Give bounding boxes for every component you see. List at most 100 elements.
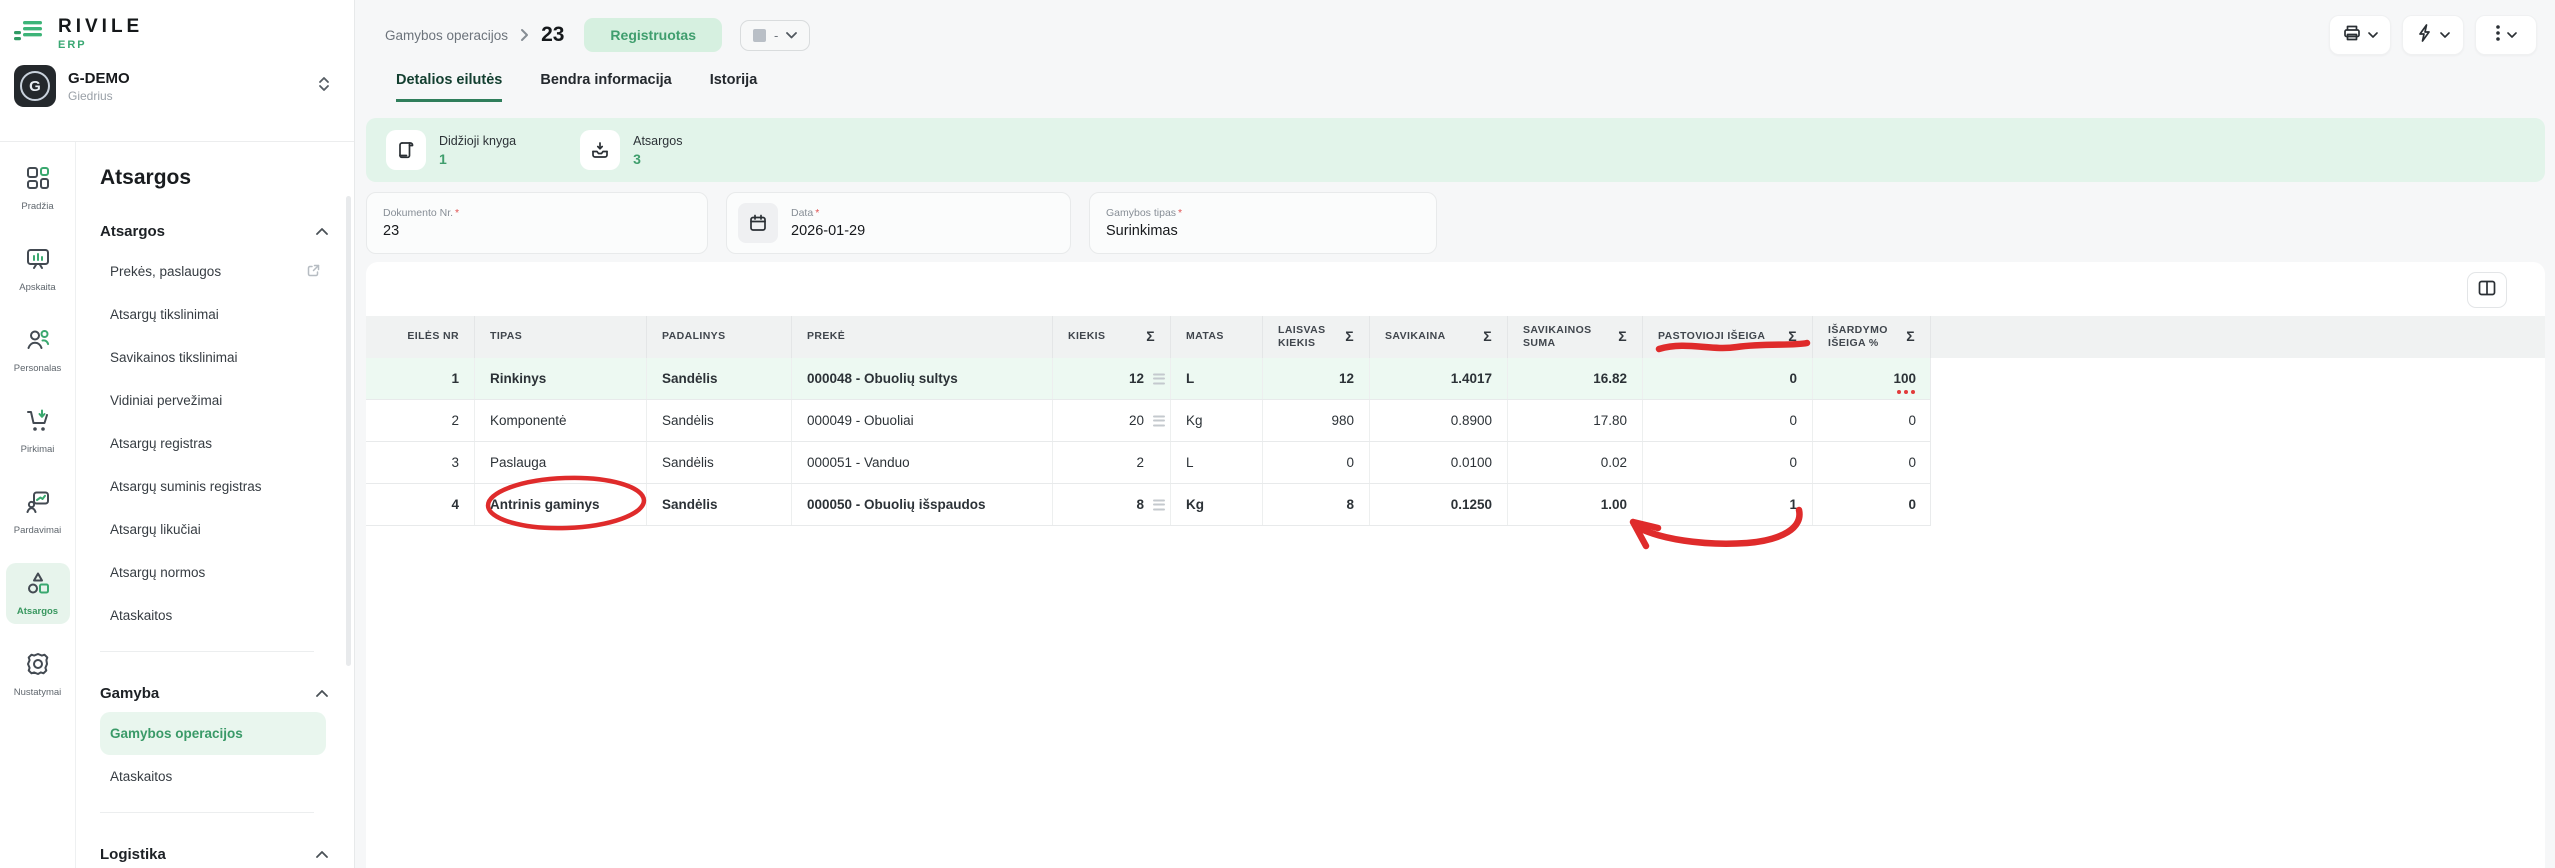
menu-item-ataskaitos[interactable]: Ataskaitos bbox=[100, 594, 334, 637]
sidebar-panel: Atsargos Atsargos Prekės, paslaugos bbox=[76, 142, 354, 868]
rail-item-pirkimai[interactable]: Pirkimai bbox=[6, 401, 70, 462]
table-row[interactable]: 3 Paslauga Sandėlis 000051 - Vanduo 2 L … bbox=[366, 442, 1931, 484]
stat-label: Atsargos bbox=[633, 134, 682, 148]
breadcrumb-chevron-icon bbox=[520, 28, 529, 42]
tab-istorija[interactable]: Istorija bbox=[710, 60, 758, 102]
swatch-icon bbox=[753, 29, 766, 42]
col-header-matas[interactable]: MATAS bbox=[1171, 316, 1263, 358]
unfold-icon bbox=[318, 76, 330, 97]
menu-item-vidiniai-pervezimai[interactable]: Vidiniai pervežimai bbox=[100, 379, 334, 422]
field-value: 2026-01-29 bbox=[791, 223, 865, 239]
sum-icon[interactable]: Σ bbox=[1788, 328, 1797, 346]
variant-value: - bbox=[774, 28, 778, 43]
col-header-preke[interactable]: PREKĖ bbox=[792, 316, 1053, 358]
rail-item-pardavimai[interactable]: Pardavimai bbox=[6, 482, 70, 543]
sum-icon[interactable]: Σ bbox=[1345, 328, 1354, 346]
rail-item-atsargos[interactable]: Atsargos bbox=[6, 563, 70, 624]
col-header-eiles-nr[interactable]: EILĖS NR bbox=[366, 316, 475, 358]
menu-gamyba: Gamybos operacijos Ataskaitos bbox=[100, 712, 334, 798]
cart-icon bbox=[25, 408, 51, 439]
menu-item-atsargu-registras[interactable]: Atsargų registras bbox=[100, 422, 334, 465]
brand-name: RIVILE bbox=[58, 16, 143, 38]
section-gamyba[interactable]: Gamyba bbox=[100, 684, 334, 702]
table-row[interactable]: 2 Komponentė Sandėlis 000049 - Obuoliai … bbox=[366, 400, 1931, 442]
sidebar: RIVILE ERP G G-DEMO Giedrius bbox=[0, 0, 355, 868]
status-badge: Registruotas bbox=[584, 18, 722, 52]
menu-item-prekes-paslaugos[interactable]: Prekės, paslaugos bbox=[100, 250, 334, 293]
rail-label: Apskaita bbox=[19, 282, 55, 293]
document-number: 23 bbox=[541, 23, 564, 47]
rail-item-pradzia[interactable]: Pradžia bbox=[6, 158, 70, 219]
company-avatar-letter: G bbox=[20, 71, 50, 101]
tab-bendra-informacija[interactable]: Bendra informacija bbox=[540, 60, 671, 102]
menu-item-gamybos-operacijos[interactable]: Gamybos operacijos bbox=[100, 712, 326, 755]
col-header-isardymo-iseiga[interactable]: IŠARDYMO IŠEIGA %Σ bbox=[1813, 316, 1931, 358]
company-avatar: G bbox=[14, 65, 56, 107]
print-button[interactable] bbox=[2329, 15, 2391, 55]
col-header-laisvas-kiekis[interactable]: LAISVAS KIEKISΣ bbox=[1263, 316, 1370, 358]
lightning-icon bbox=[2417, 24, 2433, 47]
shapes-icon bbox=[25, 570, 51, 601]
printer-icon bbox=[2343, 24, 2361, 47]
col-header-filler bbox=[1931, 316, 2530, 358]
date-field[interactable]: Data* 2026-01-29 bbox=[726, 192, 1071, 254]
col-header-tipas[interactable]: TIPAS bbox=[475, 316, 647, 358]
brand-sub: ERP bbox=[58, 39, 143, 51]
field-value: Surinkimas bbox=[1106, 223, 1182, 239]
sum-icon[interactable]: Σ bbox=[1906, 328, 1915, 346]
related-docs-banner: Didžioji knyga 1 Atsargos 3 bbox=[366, 118, 2545, 182]
field-value: 23 bbox=[383, 223, 459, 239]
document-number-field[interactable]: Dokumento Nr.* 23 bbox=[366, 192, 708, 254]
col-header-savikainos-suma[interactable]: SAVIKAINOS SUMAΣ bbox=[1508, 316, 1643, 358]
breadcrumb[interactable]: Gamybos operacijos bbox=[385, 28, 508, 43]
stat-atsargos[interactable]: Atsargos 3 bbox=[580, 130, 682, 170]
column-settings-button[interactable] bbox=[2467, 272, 2507, 308]
top-actions bbox=[2329, 15, 2537, 55]
sum-icon[interactable]: Σ bbox=[1146, 328, 1155, 346]
required-mark: * bbox=[815, 207, 819, 219]
divider bbox=[100, 651, 314, 652]
menu-item-gamyba-ataskaitos[interactable]: Ataskaitos bbox=[100, 755, 334, 798]
rail-label: Personalas bbox=[14, 363, 62, 374]
menu-item-savikainos-tikslinimai[interactable]: Savikainos tikslinimai bbox=[100, 336, 334, 379]
actions-button[interactable] bbox=[2402, 15, 2464, 55]
section-atsargos[interactable]: Atsargos bbox=[100, 222, 334, 240]
rail-item-personalas[interactable]: Personalas bbox=[6, 320, 70, 381]
status-variant-dropdown[interactable]: - bbox=[740, 20, 810, 51]
row-menu-icon[interactable] bbox=[1153, 373, 1165, 384]
stat-didzioji-knyga[interactable]: Didžioji knyga 1 bbox=[386, 130, 516, 170]
section-logistika[interactable]: Logistika bbox=[100, 845, 334, 863]
rail-item-nustatymai[interactable]: Nustatymai bbox=[6, 644, 70, 705]
logo-stripes-icon[interactable] bbox=[14, 20, 44, 47]
chevron-up-icon bbox=[316, 845, 328, 863]
workspace-switcher[interactable]: G G-DEMO Giedrius bbox=[14, 65, 340, 107]
sum-icon[interactable]: Σ bbox=[1483, 328, 1492, 346]
main-content: Gamybos operacijos 23 Registruotas - bbox=[355, 0, 2555, 868]
col-header-pastovioji-iseiga[interactable]: PASTOVIOJI IŠEIGAΣ bbox=[1643, 316, 1813, 358]
col-header-padalinys[interactable]: PADALINYS bbox=[647, 316, 792, 358]
rail-label: Pardavimai bbox=[14, 525, 62, 536]
table-row[interactable]: 1 Rinkinys Sandėlis 000048 - Obuolių sul… bbox=[366, 358, 1931, 400]
menu-item-atsargu-likuciai[interactable]: Atsargų likučiai bbox=[100, 508, 334, 551]
calendar-icon[interactable] bbox=[738, 203, 778, 243]
row-menu-icon[interactable] bbox=[1153, 499, 1165, 510]
production-type-field[interactable]: Gamybos tipas* Surinkimas bbox=[1089, 192, 1437, 254]
menu-atsargos: Prekės, paslaugos Atsargų tikslinimai Sa… bbox=[100, 250, 334, 637]
sum-icon[interactable]: Σ bbox=[1618, 328, 1627, 346]
tabs: Detalios eilutės Bendra informacija Isto… bbox=[366, 60, 2545, 102]
nav-rail: Pradžia Apskaita bbox=[0, 142, 76, 868]
more-menu-button[interactable] bbox=[2475, 15, 2537, 55]
divider bbox=[100, 812, 314, 813]
menu-item-atsargu-tikslinimai[interactable]: Atsargų tikslinimai bbox=[100, 293, 334, 336]
lines-table: EILĖS NR TIPAS PADALINYS PREKĖ KIEKISΣ M… bbox=[366, 316, 2545, 526]
col-header-kiekis[interactable]: KIEKISΣ bbox=[1053, 316, 1171, 358]
columns-icon bbox=[2478, 280, 2496, 301]
table-row[interactable]: 4 Antrinis gaminys Sandėlis 000050 - Obu… bbox=[366, 484, 1931, 526]
tab-detalios-eilutes[interactable]: Detalios eilutės bbox=[396, 60, 502, 102]
row-menu-icon[interactable] bbox=[1153, 415, 1165, 426]
col-header-savikaina[interactable]: SAVIKAINAΣ bbox=[1370, 316, 1508, 358]
menu-item-atsargu-suminis-registras[interactable]: Atsargų suminis registras bbox=[100, 465, 334, 508]
menu-item-atsargu-normos[interactable]: Atsargų normos bbox=[100, 551, 334, 594]
rail-item-apskaita[interactable]: Apskaita bbox=[6, 239, 70, 300]
sidebar-scrollbar[interactable] bbox=[346, 196, 351, 666]
